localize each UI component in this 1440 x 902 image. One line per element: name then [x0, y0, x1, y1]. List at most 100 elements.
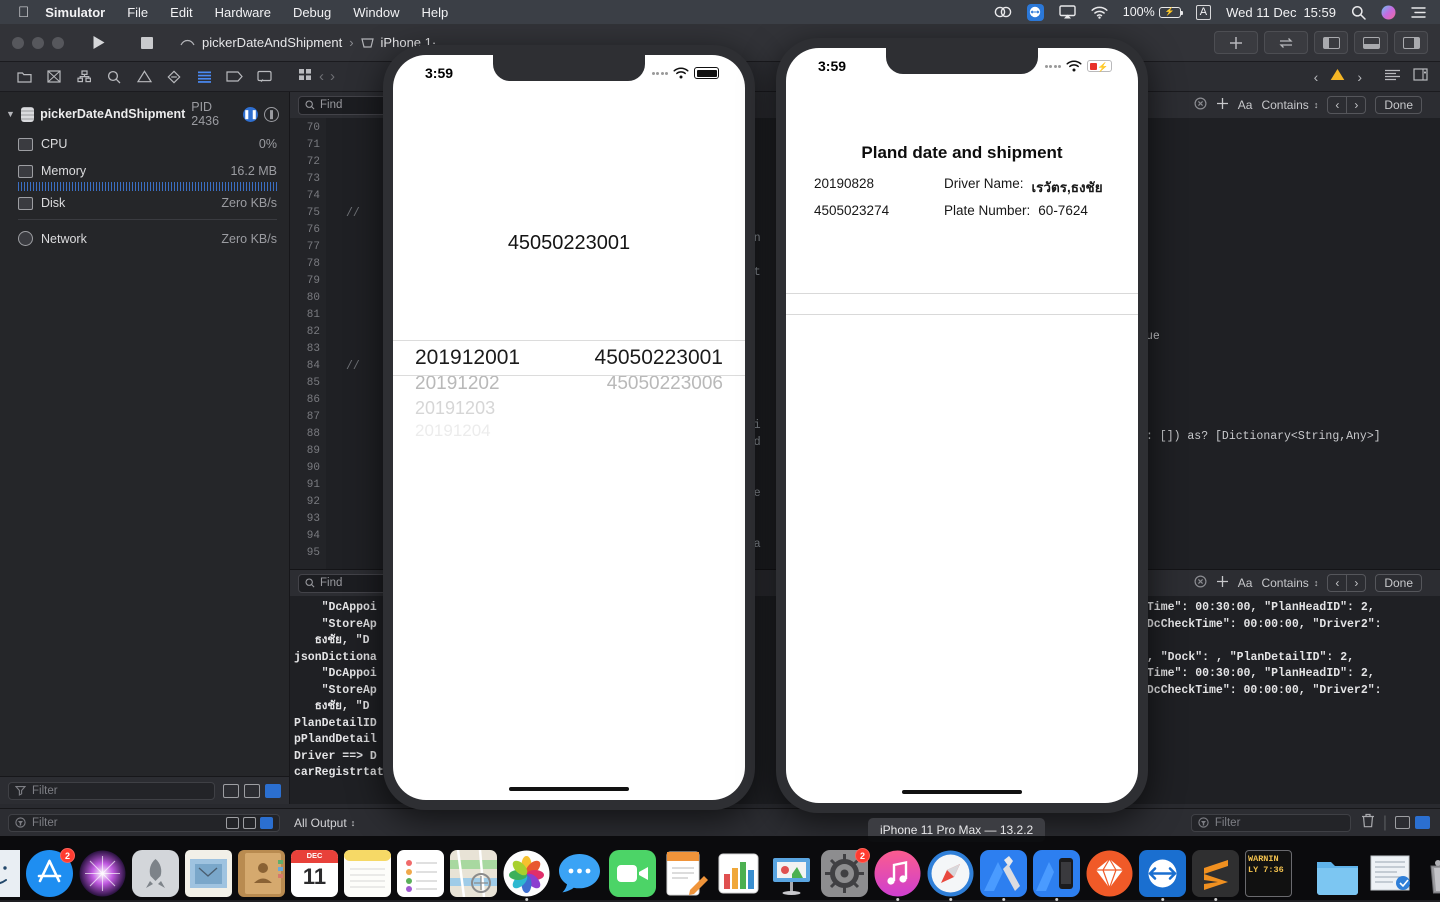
stop-square-icon[interactable]	[132, 31, 162, 55]
debug-navigator-icon[interactable]	[190, 66, 218, 88]
chevron-right-icon[interactable]: ›	[1347, 97, 1365, 113]
creative-cloud-icon[interactable]	[994, 5, 1012, 19]
split-view-icon[interactable]	[260, 817, 273, 829]
notification-center-icon[interactable]	[1411, 6, 1426, 19]
right-filter-field[interactable]: Filter	[1191, 814, 1351, 832]
wifi-icon[interactable]	[1091, 6, 1108, 19]
dock-item-calendar[interactable]: DEC11	[291, 850, 338, 897]
apple-logo-icon[interactable]: 	[18, 5, 29, 20]
warning-triangle-icon[interactable]	[1330, 68, 1345, 86]
home-indicator-1[interactable]	[509, 787, 629, 791]
simulator-window-1[interactable]: 3:59 45050223001 201912001 45050223001 2…	[383, 45, 755, 810]
dock-item-siri[interactable]	[79, 850, 126, 897]
swap-arrows-icon[interactable]	[1264, 31, 1308, 54]
toggle-inspector-icon[interactable]	[1394, 31, 1428, 54]
project-navigator-icon[interactable]	[10, 66, 38, 88]
variables-only-icon[interactable]	[243, 817, 256, 829]
menu-item-simulator[interactable]: Simulator	[45, 5, 105, 20]
process-row[interactable]: ▼ pickerDateAndShipment PID 2436 ❚❚ ❚	[0, 92, 289, 134]
run-play-icon[interactable]	[84, 31, 114, 55]
dock-item-document-stack[interactable]	[1367, 850, 1414, 897]
process-pause-icon[interactable]: ❚❚	[243, 107, 258, 122]
dock-item-safari[interactable]	[927, 850, 974, 897]
menu-item-help[interactable]: Help	[422, 5, 449, 20]
issue-navigator-icon[interactable]	[130, 66, 158, 88]
toggle-debug-area-icon[interactable]	[1354, 31, 1388, 54]
picker-right-selected[interactable]: 45050223001	[595, 346, 723, 370]
date-shipment-picker[interactable]: 201912001 45050223001 20191202 450502230…	[393, 340, 745, 441]
menu-clock-date[interactable]: Wed 11 Dec	[1226, 5, 1296, 20]
simulator-1-screen[interactable]: 3:59 45050223001 201912001 45050223001 2…	[393, 55, 745, 800]
dock-item-itunes[interactable]	[874, 850, 921, 897]
console-find-match-mode[interactable]: Contains ↕	[1261, 576, 1318, 590]
home-indicator-2[interactable]	[902, 790, 1022, 794]
dock-item-trash[interactable]	[1420, 850, 1440, 897]
source-control-navigator-icon[interactable]	[40, 66, 68, 88]
dock-item-warning-terminal[interactable]: WARNINLY 7:36	[1245, 850, 1292, 897]
dock-item-downloads-folder[interactable]	[1314, 850, 1361, 897]
dock-item-facetime[interactable]	[609, 850, 656, 897]
dock-item-teamviewer[interactable]	[1139, 850, 1186, 897]
chevron-left-icon[interactable]: ‹	[1328, 97, 1347, 113]
teamviewer-icon[interactable]	[1027, 4, 1044, 21]
menu-item-debug[interactable]: Debug	[293, 5, 331, 20]
dock-item-sketch[interactable]	[1086, 850, 1133, 897]
navigator-filter-field[interactable]: Filter	[8, 782, 215, 800]
breakpoint-navigator-icon[interactable]	[220, 66, 248, 88]
dock-item-notes[interactable]	[344, 850, 391, 897]
toggle-navigator-icon[interactable]	[1314, 31, 1348, 54]
battery-status[interactable]: 100% ⚡	[1123, 5, 1181, 19]
dock-item-maps[interactable]	[450, 850, 497, 897]
add-plus-icon[interactable]	[1216, 97, 1229, 113]
find-case-label[interactable]: Aa	[1238, 98, 1253, 112]
picker-left-item-2[interactable]: 20191202	[415, 373, 500, 395]
console-only-icon[interactable]	[223, 784, 239, 798]
all-output-selector[interactable]: All Output ↕	[294, 816, 355, 830]
simulator-window-2[interactable]: 3:59 ⚡ Pland date and shipment 20190828 …	[776, 38, 1148, 813]
airplay-icon[interactable]	[1059, 5, 1076, 19]
gauge-row-network[interactable]: Network Zero KB/s	[0, 228, 289, 249]
variables-only-icon[interactable]	[244, 784, 260, 798]
symbol-navigator-icon[interactable]	[70, 66, 98, 88]
menu-item-file[interactable]: File	[127, 5, 148, 20]
split-console-icon[interactable]	[1395, 816, 1410, 829]
show-console-icon[interactable]	[1415, 816, 1430, 829]
menu-clock-time[interactable]: 15:59	[1303, 5, 1336, 20]
split-view-icon[interactable]	[265, 784, 281, 798]
console-only-icon[interactable]	[226, 817, 239, 829]
clear-circle-icon[interactable]	[1194, 97, 1207, 113]
related-items-icon[interactable]	[298, 68, 313, 86]
simulator-2-screen[interactable]: 3:59 ⚡ Pland date and shipment 20190828 …	[786, 48, 1138, 803]
find-case-label[interactable]: Aa	[1238, 576, 1253, 590]
dock-item-simulator[interactable]	[1033, 850, 1080, 897]
gauge-row-cpu[interactable]: CPU 0%	[0, 134, 289, 154]
dock-item-xcode[interactable]	[980, 850, 1027, 897]
gauge-row-memory[interactable]: Memory 16.2 MB	[0, 161, 289, 181]
find-match-mode[interactable]: Contains ↕	[1261, 98, 1318, 112]
dock-item-messages[interactable]	[556, 850, 603, 897]
chevron-right-icon[interactable]: ›	[330, 68, 335, 85]
chevron-right-icon[interactable]: ›	[1347, 575, 1365, 591]
dock-item-sublime-text[interactable]	[1192, 850, 1239, 897]
dock-item-system-preferences[interactable]: 2	[821, 850, 868, 897]
dock-item-launchpad[interactable]	[132, 850, 179, 897]
trash-icon[interactable]	[1361, 813, 1375, 833]
dock-item-contacts[interactable]	[238, 850, 285, 897]
menu-item-window[interactable]: Window	[353, 5, 399, 20]
picker-left-item-3[interactable]: 20191203	[415, 398, 495, 419]
dock-item-reminders[interactable]	[397, 850, 444, 897]
add-plus-icon[interactable]	[1216, 575, 1229, 591]
picker-right-item-2[interactable]: 45050223006	[607, 373, 723, 395]
report-navigator-icon[interactable]	[250, 66, 278, 88]
dock-item-numbers[interactable]	[715, 850, 762, 897]
clear-circle-icon[interactable]	[1194, 575, 1207, 591]
test-navigator-icon[interactable]	[160, 66, 188, 88]
picker-left-selected[interactable]: 201912001	[415, 346, 520, 370]
chevron-left-icon[interactable]: ‹	[319, 68, 324, 85]
input-source-indicator[interactable]: A	[1196, 5, 1211, 20]
chevron-right-icon[interactable]: ›	[1357, 69, 1362, 85]
process-detail-icon[interactable]: ❚	[264, 107, 279, 122]
dock-item-finder[interactable]	[0, 850, 20, 897]
menu-item-hardware[interactable]: Hardware	[215, 5, 271, 20]
add-plus-icon[interactable]	[1214, 31, 1258, 54]
